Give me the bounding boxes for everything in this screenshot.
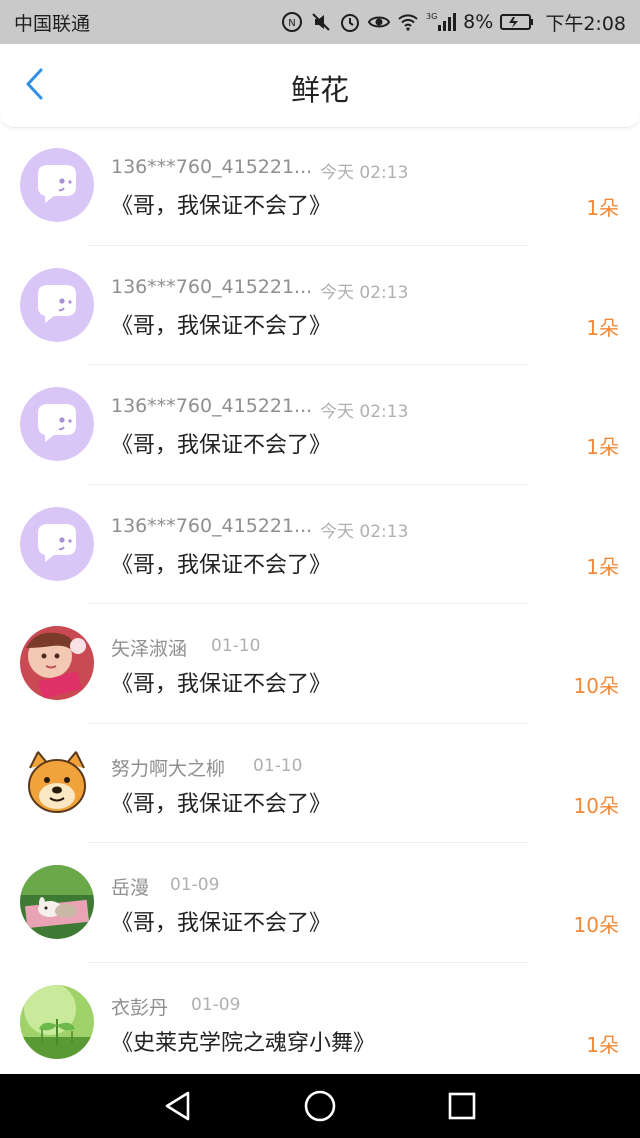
- signal-icon: 3G: [426, 11, 457, 33]
- status-bar: 中国联通 N 3G 8% 下午2:08: [0, 0, 640, 44]
- bunny-photo-avatar[interactable]: [20, 865, 94, 939]
- list-item[interactable]: 岳漫 01-09 《哥，我保证不会了》 10朵: [0, 843, 640, 963]
- gift-title: 《哥，我保证不会了》: [111, 194, 332, 219]
- sender-name: 努力啊大之柳: [111, 757, 226, 780]
- gift-title: 《哥，我保证不会了》: [111, 672, 332, 697]
- nav-bar: 鲜花: [0, 44, 640, 128]
- sender-name: 衣彭丹: [111, 996, 169, 1019]
- alarm-icon: [339, 11, 361, 33]
- sender-name: 136***760_415221...: [111, 514, 313, 537]
- send-time: 01-10: [253, 755, 303, 776]
- list-item[interactable]: 136***760_415221... 今天 02:13 《哥，我保证不会了》 …: [0, 485, 640, 604]
- sender-name: 矢泽淑涵: [111, 638, 188, 660]
- gift-title: 《哥，我保证不会了》: [111, 791, 332, 817]
- default-chat-avatar[interactable]: [20, 387, 94, 461]
- send-time: 01-10: [211, 636, 261, 656]
- list-item[interactable]: 136***760_415221... 今天 02:13 《哥，我保证不会了》 …: [0, 126, 640, 246]
- network-type: 3G: [426, 12, 437, 21]
- send-time: 今天 02:13: [320, 282, 409, 303]
- flower-count: 10朵: [573, 674, 619, 698]
- list-item[interactable]: 136***760_415221... 今天 02:13 《哥，我保证不会了》 …: [0, 365, 640, 485]
- nfc-icon: N: [281, 11, 303, 33]
- gift-title: 《哥，我保证不会了》: [111, 313, 332, 339]
- send-time: 01-09: [170, 875, 220, 895]
- recents-square-icon[interactable]: [442, 1086, 482, 1126]
- flower-count: 1朵: [586, 196, 619, 220]
- flower-list: 136***760_415221... 今天 02:13 《哥，我保证不会了》 …: [0, 126, 640, 1074]
- send-time: 今天 02:13: [320, 521, 409, 542]
- back-triangle-icon[interactable]: [158, 1086, 198, 1126]
- send-time: 今天 02:13: [320, 402, 409, 422]
- flower-count: 10朵: [573, 793, 619, 818]
- sender-name: 岳漫: [111, 877, 150, 899]
- sender-name: 136***760_415221...: [111, 275, 313, 298]
- carrier-name: 中国联通: [14, 12, 91, 35]
- mute-icon: [310, 11, 332, 33]
- default-chat-avatar[interactable]: [20, 148, 94, 222]
- flower-count: 1朵: [586, 315, 619, 340]
- user-photo-avatar[interactable]: [20, 626, 94, 700]
- flower-count: 1朵: [586, 554, 619, 579]
- gift-title: 《哥，我保证不会了》: [111, 552, 332, 578]
- list-item[interactable]: 努力啊大之柳 01-10 《哥，我保证不会了》 10朵: [0, 724, 640, 843]
- gift-title: 《哥，我保证不会了》: [111, 911, 332, 936]
- sender-name: 136***760_415221...: [111, 156, 313, 178]
- system-nav-bar: [0, 1074, 640, 1138]
- gift-title: 《史莱克学院之魂穿小舞》: [111, 1030, 376, 1056]
- eye-icon: [368, 11, 391, 33]
- gift-title: 《哥，我保证不会了》: [111, 433, 332, 458]
- status-icons: N 3G 8% 下午2:08: [281, 9, 626, 36]
- flower-count: 10朵: [573, 913, 619, 937]
- default-chat-avatar[interactable]: [20, 506, 94, 581]
- flower-count: 1朵: [586, 435, 619, 459]
- default-chat-avatar[interactable]: [20, 267, 94, 342]
- page-title: 鲜花: [290, 73, 349, 107]
- send-time: 今天 02:13: [320, 163, 409, 183]
- leaf-photo-avatar[interactable]: [20, 984, 94, 1059]
- svg-text:N: N: [288, 18, 295, 29]
- flower-count: 1朵: [586, 1032, 619, 1057]
- home-circle-icon[interactable]: [300, 1086, 340, 1126]
- wifi-icon: [397, 11, 419, 33]
- list-item[interactable]: 矢泽淑涵 01-10 《哥，我保证不会了》 10朵: [0, 604, 640, 724]
- sender-name: 136***760_415221...: [111, 395, 313, 417]
- battery-percent: 8%: [463, 11, 494, 33]
- list-item[interactable]: 衣彭丹 01-09 《史莱克学院之魂穿小舞》 1朵: [0, 963, 640, 1075]
- send-time: 01-09: [191, 994, 241, 1015]
- battery-icon: [500, 11, 534, 33]
- list-item[interactable]: 136***760_415221... 今天 02:13 《哥，我保证不会了》 …: [0, 246, 640, 365]
- dog-cartoon-avatar[interactable]: [20, 745, 94, 820]
- clock: 下午2:08: [545, 12, 626, 35]
